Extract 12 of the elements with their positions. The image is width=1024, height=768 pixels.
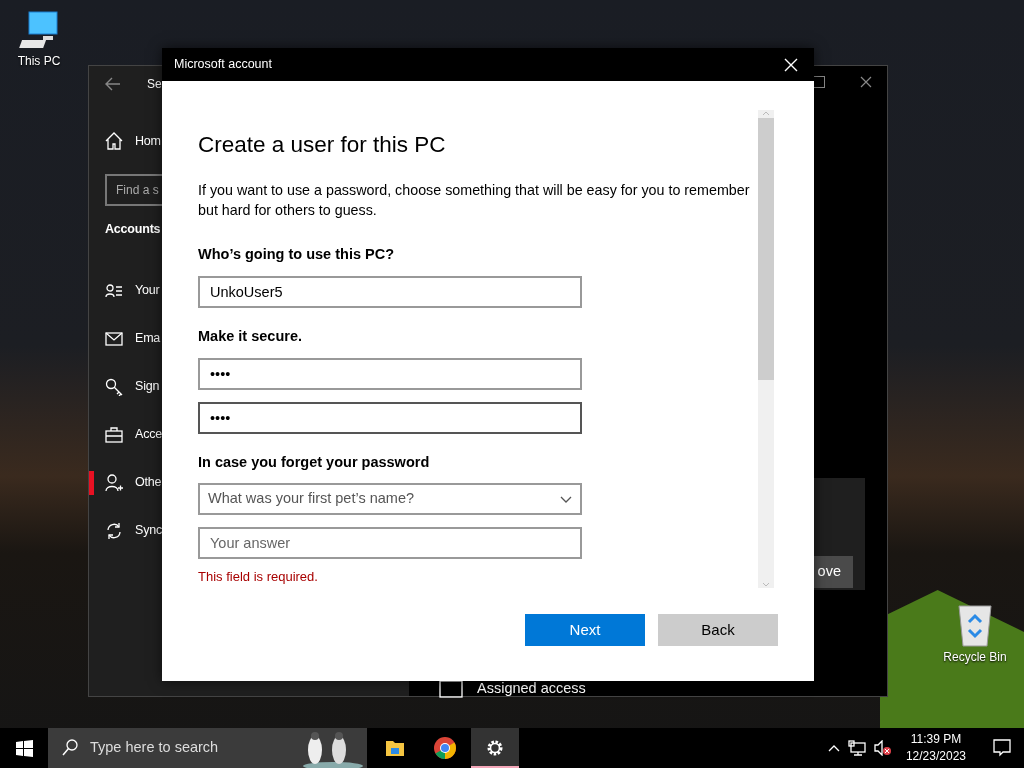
section-heading: Accounts <box>104 221 162 238</box>
intro-text: If you want to use a password, choose something that will be easy for you to remember but hard for others to guess. <box>198 181 751 220</box>
field-label: Make it secure. <box>198 326 303 346</box>
dialog-title: Microsoft account <box>174 56 272 74</box>
field-label: In case you forget your password <box>198 452 431 472</box>
window-title: Se <box>147 76 162 93</box>
clock-date: 12/23/2023 <box>905 748 966 765</box>
error-message: This field is required. <box>198 568 319 587</box>
dialog-heading: Create a user for this PC <box>198 131 447 158</box>
clock-time: 11:39 PM <box>910 731 962 748</box>
field-label: Who’s going to use this PC? <box>198 245 395 264</box>
item-label: Assigned access <box>477 679 586 698</box>
